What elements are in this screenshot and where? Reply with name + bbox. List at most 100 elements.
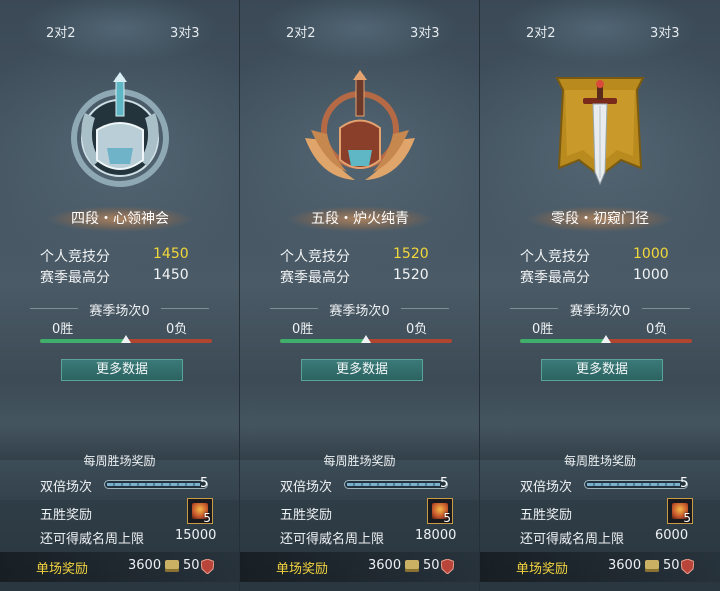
shield-icon <box>441 559 454 574</box>
more-data-button[interactable]: 更多数据 <box>61 359 183 381</box>
season-high-row: 赛季最高分 1000 <box>520 267 669 287</box>
mode-tabs: 2对2 3对3 <box>0 22 239 41</box>
personal-score-row: 个人竞技分 1450 <box>40 246 189 266</box>
weekly-cap-row: 还可得威名周上限 6000 <box>520 528 688 547</box>
chest-count: 5 <box>443 511 451 525</box>
season-high-label: 赛季最高分 <box>280 270 350 286</box>
tab-2v2[interactable]: 2对2 <box>46 22 76 41</box>
personal-score-value: 1520 <box>393 246 429 262</box>
treasure-chest-icon[interactable]: 5 <box>187 498 213 525</box>
shield-icon <box>681 559 694 574</box>
arena-panel-2: 2对2 3对3 五段・炉火纯青 个人竞技分 1520 赛季最高分 1520 赛季… <box>240 0 480 591</box>
wins-count: 0胜 <box>52 322 74 337</box>
single-reward-label: 单场奖励 <box>516 562 569 577</box>
mode-tabs: 2对2 3对3 <box>480 22 720 41</box>
medal-amount: 50 <box>183 558 200 573</box>
five-win-label: 五胜奖励 <box>280 508 333 523</box>
double-label: 双倍场次 <box>280 480 333 495</box>
arena-panels: 2对2 3对3 四段・心领神会 个人竞技分 1450 赛季最高分 1450 赛季… <box>0 0 720 591</box>
tab-3v3[interactable]: 3对3 <box>650 22 680 41</box>
win-portion <box>520 339 606 343</box>
win-loss-bar <box>520 335 692 343</box>
losses-count: 0负 <box>166 322 188 337</box>
coin-icon <box>405 560 419 572</box>
arena-panel-3: 2对2 3对3 零段・初窥门径 个人竞技分 1000 赛季最高分 1000 赛季… <box>480 0 720 591</box>
single-reward-label: 单场奖励 <box>276 562 329 577</box>
season-high-label: 赛季最高分 <box>40 270 110 286</box>
double-label: 双倍场次 <box>520 480 573 495</box>
chest-count: 5 <box>203 511 211 525</box>
coin-amount: 3600 <box>128 558 162 573</box>
weekly-cap-label: 还可得威名周上限 <box>40 532 145 547</box>
rank-title: 零段・初窥门径 <box>510 204 690 234</box>
double-progress-fill <box>107 483 200 486</box>
rank-title: 五段・炉火纯青 <box>270 204 450 234</box>
weekly-rewards-title: 每周胜场奖励 <box>563 454 636 468</box>
personal-score-label: 个人竞技分 <box>280 249 350 265</box>
season-high-label: 赛季最高分 <box>520 270 590 286</box>
bronze-winged-helmet-emblem-icon <box>305 70 415 180</box>
tab-2v2[interactable]: 2对2 <box>526 22 556 41</box>
season-high-value: 1000 <box>633 267 669 283</box>
coin-amount: 3600 <box>608 558 642 573</box>
weekly-cap-label: 还可得威名周上限 <box>520 532 625 547</box>
weekly-rewards-title: 每周胜场奖励 <box>83 454 156 468</box>
personal-score-row: 个人竞技分 1520 <box>280 246 429 266</box>
double-count: 5 <box>680 476 689 491</box>
five-win-label: 五胜奖励 <box>40 508 93 523</box>
medal-amount: 50 <box>423 558 440 573</box>
season-high-value: 1450 <box>153 267 189 283</box>
personal-score-row: 个人竞技分 1000 <box>520 246 669 266</box>
season-matches: 赛季场次0 <box>569 304 631 319</box>
season-high-row: 赛季最高分 1520 <box>280 267 429 287</box>
five-win-label: 五胜奖励 <box>520 508 573 523</box>
season-matches: 赛季场次0 <box>329 304 390 319</box>
tab-3v3[interactable]: 3对3 <box>410 22 440 41</box>
rank-title: 四段・心领神会 <box>30 204 210 234</box>
tab-3v3[interactable]: 3对3 <box>170 22 200 41</box>
weekly-cap-row: 还可得威名周上限 18000 <box>280 528 456 547</box>
more-data-button[interactable]: 更多数据 <box>301 359 423 381</box>
treasure-chest-icon[interactable]: 5 <box>427 498 453 525</box>
weekly-cap-value: 18000 <box>415 528 457 543</box>
double-label: 双倍场次 <box>40 480 93 495</box>
tab-2v2[interactable]: 2对2 <box>286 22 316 41</box>
double-progress-bar <box>584 480 688 489</box>
chest-count: 5 <box>683 511 691 525</box>
medal-amount: 50 <box>663 558 680 573</box>
wins-count: 0胜 <box>292 322 314 337</box>
double-progress-bar <box>104 480 208 489</box>
wins-count: 0胜 <box>532 322 554 337</box>
coin-icon <box>645 560 659 572</box>
sword-banner-emblem-icon <box>555 77 645 186</box>
shield-icon <box>201 559 214 574</box>
losses-count: 0负 <box>406 322 428 337</box>
coin-amount: 3600 <box>368 558 402 573</box>
win-portion <box>40 339 126 343</box>
silver-helmet-emblem-icon <box>71 72 169 187</box>
single-reward-label: 单场奖励 <box>36 562 89 577</box>
arena-panel-1: 2对2 3对3 四段・心领神会 个人竞技分 1450 赛季最高分 1450 赛季… <box>0 0 240 591</box>
mode-tabs: 2对2 3对3 <box>240 22 479 41</box>
treasure-chest-icon[interactable]: 5 <box>667 498 693 525</box>
coin-icon <box>165 560 179 572</box>
weekly-cap-row: 还可得威名周上限 15000 <box>40 528 216 547</box>
weekly-cap-value: 15000 <box>175 528 217 543</box>
more-data-button[interactable]: 更多数据 <box>541 359 663 381</box>
personal-score-label: 个人竞技分 <box>40 249 110 265</box>
season-matches: 赛季场次0 <box>89 304 150 319</box>
double-progress-fill <box>587 483 680 486</box>
losses-count: 0负 <box>646 322 668 337</box>
weekly-cap-label: 还可得威名周上限 <box>280 532 385 547</box>
double-progress-fill <box>347 483 440 486</box>
double-count: 5 <box>440 476 449 491</box>
double-count: 5 <box>200 476 209 491</box>
personal-score-value: 1450 <box>153 246 189 262</box>
personal-score-label: 个人竞技分 <box>520 249 590 265</box>
win-loss-bar <box>280 335 452 343</box>
weekly-rewards-title: 每周胜场奖励 <box>323 454 396 468</box>
double-progress-bar <box>344 480 448 489</box>
weekly-cap-value: 6000 <box>655 528 689 543</box>
ratio-marker-icon <box>601 335 611 343</box>
ratio-marker-icon <box>361 335 371 343</box>
